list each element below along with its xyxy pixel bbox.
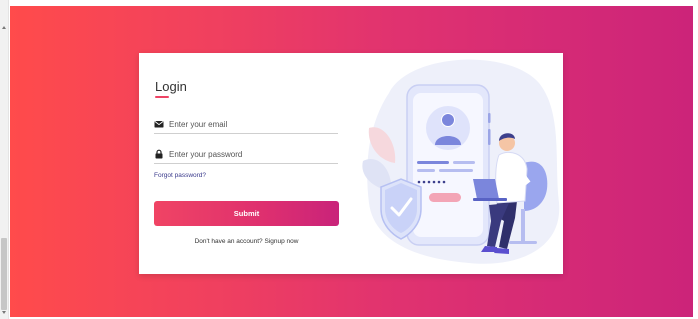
password-input[interactable] bbox=[169, 147, 334, 161]
page-title: Login bbox=[155, 79, 187, 94]
phone-login-button bbox=[429, 193, 461, 202]
submit-button[interactable]: Submit bbox=[154, 201, 339, 226]
window-scrollbar[interactable] bbox=[0, 0, 9, 319]
text-line bbox=[417, 161, 449, 164]
password-field bbox=[154, 147, 338, 164]
envelope-icon bbox=[154, 121, 164, 128]
user-avatar-icon bbox=[426, 106, 470, 150]
scroll-thumb[interactable] bbox=[1, 238, 7, 310]
title-underline bbox=[155, 96, 169, 98]
email-input[interactable] bbox=[169, 117, 334, 131]
login-card: Login Forgot password? Submit Don't have… bbox=[139, 53, 563, 274]
text-line bbox=[453, 161, 475, 164]
login-illustration bbox=[362, 59, 560, 264]
lock-icon bbox=[155, 149, 163, 159]
signup-prompt[interactable]: Don't have an account? Signup now bbox=[154, 238, 339, 245]
text-line bbox=[417, 169, 435, 172]
forgot-password-link[interactable]: Forgot password? bbox=[154, 172, 206, 179]
email-field bbox=[154, 117, 338, 134]
scroll-down-arrow-icon[interactable] bbox=[2, 311, 6, 314]
scroll-up-arrow-icon[interactable] bbox=[2, 26, 6, 29]
text-line bbox=[439, 169, 473, 172]
